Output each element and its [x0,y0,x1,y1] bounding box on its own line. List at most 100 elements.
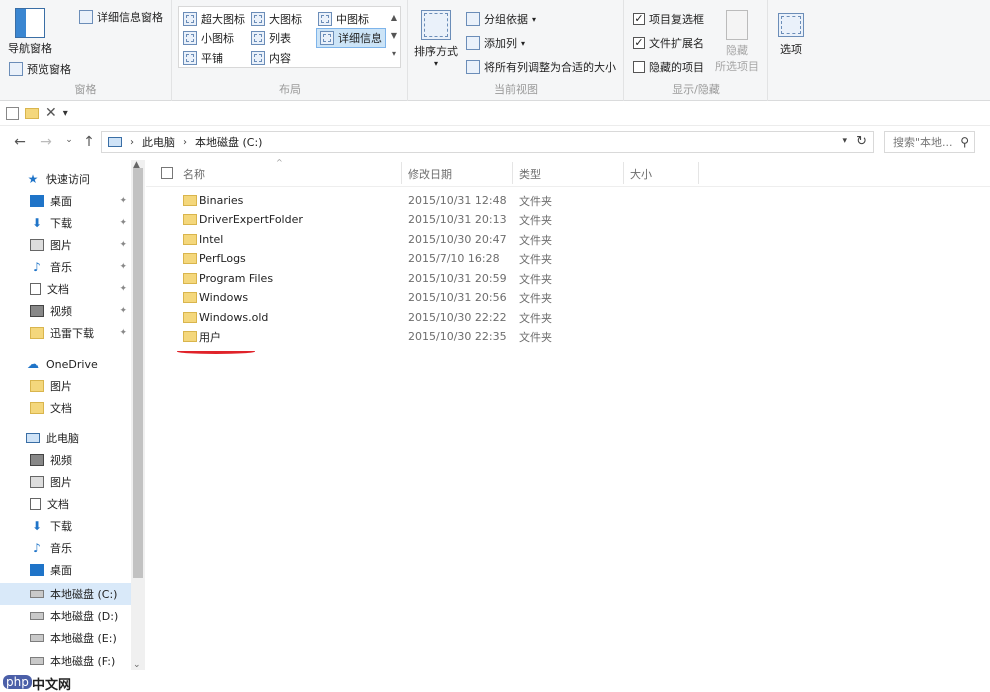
address-bar[interactable]: › 此电脑 › 本地磁盘 (C:) ▾ ↻ [101,131,874,153]
table-row[interactable]: Windows 2015/10/31 20:56 文件夹 [176,288,676,307]
pin-icon[interactable]: ✦ [119,262,127,272]
layout-small-icons[interactable]: 小图标 [183,30,234,46]
table-row[interactable]: 用户 2015/10/30 22:35 文件夹 [176,327,676,346]
properties-icon[interactable] [6,106,19,120]
file-type: 文件夹 [519,311,552,325]
download-icon: ⬇ [31,216,43,230]
nav-pc-documents[interactable]: 文档 [0,493,131,515]
address-dropdown-icon[interactable]: ▾ [842,136,847,146]
layout-details[interactable]: 详细信息 [316,28,386,48]
select-all-checkbox[interactable] [161,167,173,179]
column-size[interactable]: 大小 [630,166,652,182]
hide-selected-button[interactable]: 隐藏 所选项目 [715,10,759,74]
nav-onedrive-documents[interactable]: 文档 [0,397,131,419]
file-extensions-toggle[interactable]: ✓ 文件扩展名 [633,35,704,51]
nav-pc-videos[interactable]: 视频 [0,449,131,471]
nav-pc-downloads[interactable]: ⬇ 下载 [0,515,131,537]
nav-quick-music[interactable]: ♪ 音乐 ✦ [0,256,131,278]
nav-onedrive-pictures[interactable]: 图片 [0,375,131,397]
nav-quick-thunder-downloads[interactable]: 迅雷下载 ✦ [0,322,131,344]
table-row[interactable]: Binaries 2015/10/31 12:48 文件夹 [176,191,676,210]
column-divider[interactable] [623,162,624,184]
nav-quick-videos[interactable]: 视频 ✦ [0,300,131,322]
file-date: 2015/10/31 20:13 [408,213,507,226]
nav-pane-scrollbar[interactable]: ▲ ⌄ [131,160,145,670]
details-pane-button[interactable]: 详细信息窗格 [79,9,163,25]
scroll-down-icon[interactable]: ⌄ [133,660,141,670]
column-divider[interactable] [512,162,513,184]
pin-icon[interactable]: ✦ [119,240,127,250]
nav-quick-pictures[interactable]: 图片 ✦ [0,234,131,256]
table-row[interactable]: DriverExpertFolder 2015/10/31 20:13 文件夹 [176,210,676,229]
file-extensions-label: 文件扩展名 [649,37,704,50]
add-columns-button[interactable]: 添加列 ▾ [466,35,525,51]
nav-pane-button[interactable]: 导航窗格 [8,8,52,56]
customize-toolbar-icon[interactable]: ▾ [63,108,68,119]
search-box[interactable]: 搜索"本地... ⚲ [884,131,975,153]
file-name: Windows.old [199,311,269,324]
sort-by-button[interactable]: 排序方式 ▾ [414,10,458,68]
forward-arrow-icon[interactable]: → [37,134,55,150]
item-checkboxes-toggle[interactable]: ✓ 项目复选框 [633,11,704,27]
nav-pc-pictures[interactable]: 图片 [0,471,131,493]
nav-pc-music[interactable]: ♪ 音乐 [0,537,131,559]
table-row[interactable]: Intel 2015/10/30 20:47 文件夹 [176,230,676,249]
pin-icon[interactable]: ✦ [119,306,127,316]
chevron-right-icon[interactable]: › [130,137,134,148]
layout-gallery-scroll[interactable]: ▲ ▼ ▾ [389,9,399,63]
layout-list[interactable]: 列表 [251,30,291,46]
nav-quick-access[interactable]: ★ 快速访问 [0,168,131,190]
table-row[interactable]: Program Files 2015/10/31 20:59 文件夹 [176,269,676,288]
nav-quick-desktop[interactable]: 桌面 ✦ [0,190,131,212]
nav-pc-local-disk-d[interactable]: 本地磁盘 (D:) [0,605,131,627]
nav-pc-local-disk-e[interactable]: 本地磁盘 (E:) [0,627,131,649]
nav-pc-desktop[interactable]: 桌面 [0,559,131,581]
computer-icon [26,433,40,443]
options-button[interactable]: 选项 [778,13,804,57]
file-name: Program Files [199,272,274,285]
pictures-icon [30,239,44,251]
breadcrumb-this-pc[interactable]: 此电脑 [142,134,175,150]
layout-tiles[interactable]: 平铺 [183,50,223,66]
pin-icon[interactable]: ✦ [119,196,127,206]
nav-label: 本地磁盘 (D:) [50,610,119,623]
chevron-right-icon[interactable]: › [183,137,187,148]
table-row[interactable]: Windows.old 2015/10/30 22:22 文件夹 [176,308,676,327]
search-icon[interactable]: ⚲ [960,135,969,149]
hidden-items-toggle[interactable]: 隐藏的项目 [633,59,704,75]
layout-extra-large-icons[interactable]: 超大图标 [183,11,245,27]
breadcrumb-local-disk-c[interactable]: 本地磁盘 (C:) [195,134,262,150]
preview-pane-button[interactable]: 预览窗格 [9,61,71,77]
nav-pc-local-disk-c[interactable]: 本地磁盘 (C:) [0,583,131,605]
layout-content[interactable]: 内容 [251,50,291,66]
new-folder-icon[interactable] [25,107,39,119]
up-arrow-icon[interactable]: ↑ [80,134,98,150]
column-divider[interactable] [698,162,699,184]
nav-quick-downloads[interactable]: ⬇ 下载 ✦ [0,212,131,234]
back-arrow-icon[interactable]: ← [11,134,29,150]
layout-large-icons[interactable]: 大图标 [251,11,302,27]
column-divider[interactable] [401,162,402,184]
delete-icon[interactable]: ✕ [45,106,57,120]
pin-icon[interactable]: ✦ [119,284,127,294]
nav-pc-local-disk-f[interactable]: 本地磁盘 (F:) [0,650,131,672]
pin-icon[interactable]: ✦ [119,328,127,338]
nav-onedrive[interactable]: ☁ OneDrive [0,353,131,375]
group-label-panes: 窗格 [74,83,97,96]
scrollbar-thumb[interactable] [133,168,143,578]
red-underline-annotation [177,349,255,354]
recent-locations-icon[interactable]: ⌄ [60,135,78,145]
nav-quick-documents[interactable]: 文档 ✦ [0,278,131,300]
column-name[interactable]: 名称 [183,166,205,182]
tiles-icon [183,51,197,65]
nav-this-pc[interactable]: 此电脑 [0,427,131,449]
nav-label: 下载 [50,217,72,230]
group-by-button[interactable]: 分组依据 ▾ [466,11,536,27]
column-type[interactable]: 类型 [519,166,541,182]
layout-medium-icons[interactable]: 中图标 [318,11,369,27]
fit-columns-button[interactable]: 将所有列调整为合适的大小 [466,59,616,75]
refresh-icon[interactable]: ↻ [856,134,867,149]
pin-icon[interactable]: ✦ [119,218,127,228]
table-row[interactable]: PerfLogs 2015/7/10 16:28 文件夹 [176,249,676,268]
column-modified[interactable]: 修改日期 [408,166,452,182]
